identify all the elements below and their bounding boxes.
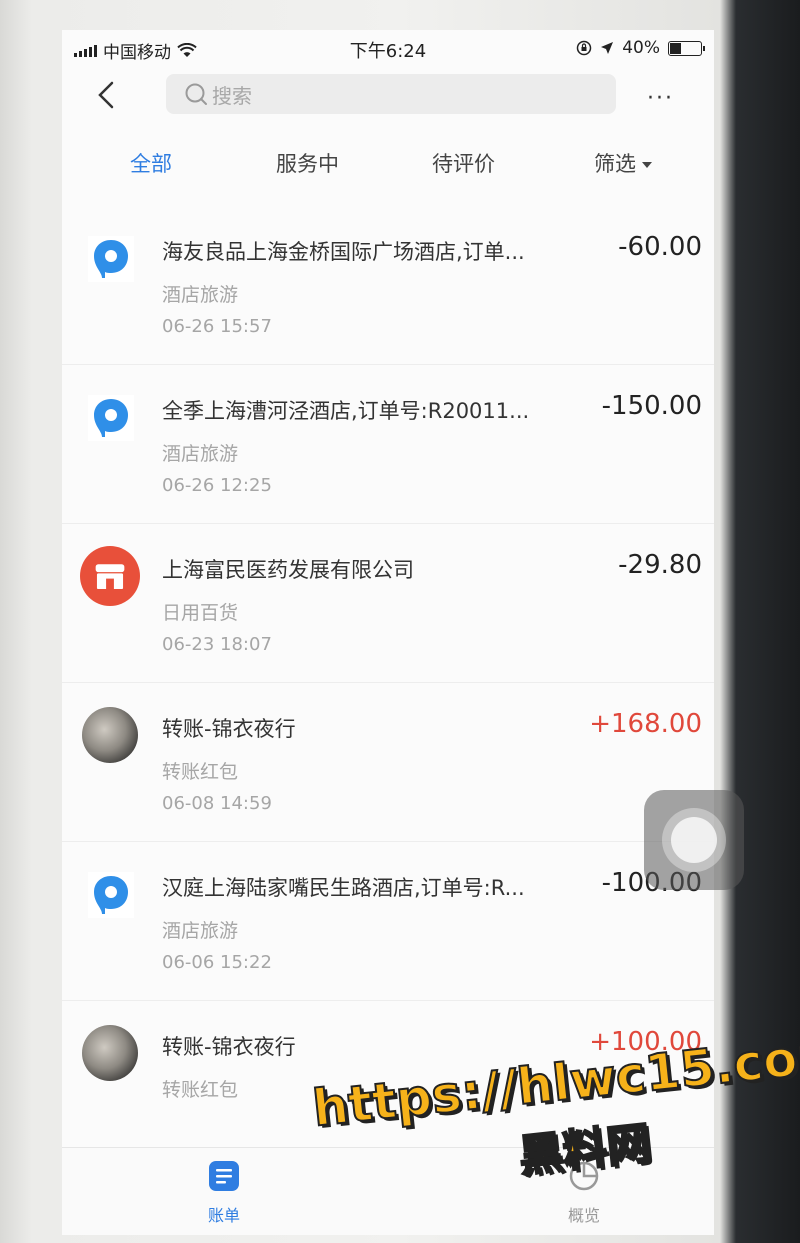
filter-label: 筛选 (594, 152, 636, 176)
transaction-time: 06-08 14:59 (162, 793, 272, 814)
transaction-category: 酒店旅游 (162, 443, 239, 465)
chevron-left-icon[interactable] (92, 80, 122, 110)
battery-icon (668, 40, 705, 56)
tab-filter[interactable]: 筛选 (594, 148, 652, 178)
transaction-category: 酒店旅游 (162, 920, 239, 942)
transaction-title: 上海富民医药发展有限公司 (162, 558, 414, 582)
location-pin-icon (88, 395, 134, 441)
transaction-amount: -150.00 (601, 391, 702, 421)
search-icon (185, 83, 207, 105)
transaction-category: 转账红包 (162, 761, 239, 783)
transaction-time: 06-06 15:22 (162, 952, 272, 973)
caret-down-icon (642, 162, 652, 168)
transaction-category: 酒店旅游 (162, 284, 239, 306)
filter-tabs: 全部 服务中 待评价 筛选 (62, 140, 714, 184)
tab-bill-label: 账单 (207, 1206, 240, 1225)
search-input[interactable]: 搜索 (166, 74, 616, 114)
tab-overview-label: 概览 (567, 1206, 600, 1225)
status-bar: 中国移动 下午6:24 40% (62, 30, 714, 66)
transaction-title: 转账-锦衣夜行 (162, 1035, 296, 1059)
list-item[interactable]: 汉庭上海陆家嘴民生路酒店,订单号:R... -100.00 酒店旅游 06-06… (62, 842, 714, 1001)
tab-pending-review[interactable]: 待评价 (432, 148, 495, 178)
list-item[interactable]: 海友良品上海金桥国际广场酒店,订单... -60.00 酒店旅游 06-26 1… (62, 206, 714, 365)
transaction-list: 海友良品上海金桥国际广场酒店,订单... -60.00 酒店旅游 06-26 1… (62, 206, 714, 1160)
avatar (82, 707, 138, 763)
transaction-title: 海友良品上海金桥国际广场酒店,订单... (162, 240, 525, 264)
rotation-lock-icon (576, 40, 592, 56)
transaction-title: 汉庭上海陆家嘴民生路酒店,订单号:R... (162, 876, 525, 900)
location-arrow-icon (601, 42, 614, 54)
list-item[interactable]: 上海富民医药发展有限公司 -29.80 日用百货 06-23 18:07 (62, 524, 714, 683)
transaction-title: 全季上海漕河泾酒店,订单号:R20011... (162, 399, 530, 423)
transaction-category: 转账红包 (162, 1079, 239, 1101)
battery-percent: 40% (622, 38, 660, 58)
tab-all[interactable]: 全部 (130, 148, 172, 178)
location-pin-icon (88, 236, 134, 282)
shop-icon (80, 546, 140, 606)
transaction-time: 06-26 15:57 (162, 316, 272, 337)
transaction-amount: +168.00 (589, 709, 702, 739)
assistive-touch-button[interactable] (644, 790, 744, 890)
transaction-time: 06-23 18:07 (162, 634, 272, 655)
transaction-category: 日用百货 (162, 602, 239, 624)
transaction-title: 转账-锦衣夜行 (162, 717, 296, 741)
watermark-name: 黑料网 (516, 1117, 655, 1184)
nav-bar: 搜索 ··· (62, 68, 714, 124)
location-pin-icon (88, 872, 134, 918)
avatar (82, 1025, 138, 1081)
search-placeholder: 搜索 (212, 83, 252, 108)
more-button[interactable]: ··· (647, 86, 674, 111)
list-item[interactable]: 转账-锦衣夜行 +168.00 转账红包 06-08 14:59 (62, 683, 714, 842)
transaction-time: 06-26 12:25 (162, 475, 272, 496)
transaction-amount: -29.80 (618, 550, 702, 580)
tab-bill[interactable]: 账单 (184, 1160, 264, 1226)
list-item[interactable]: 全季上海漕河泾酒店,订单号:R20011... -150.00 酒店旅游 06-… (62, 365, 714, 524)
tab-in-service[interactable]: 服务中 (276, 148, 339, 178)
transaction-amount: -60.00 (618, 232, 702, 262)
bill-icon (209, 1161, 239, 1191)
